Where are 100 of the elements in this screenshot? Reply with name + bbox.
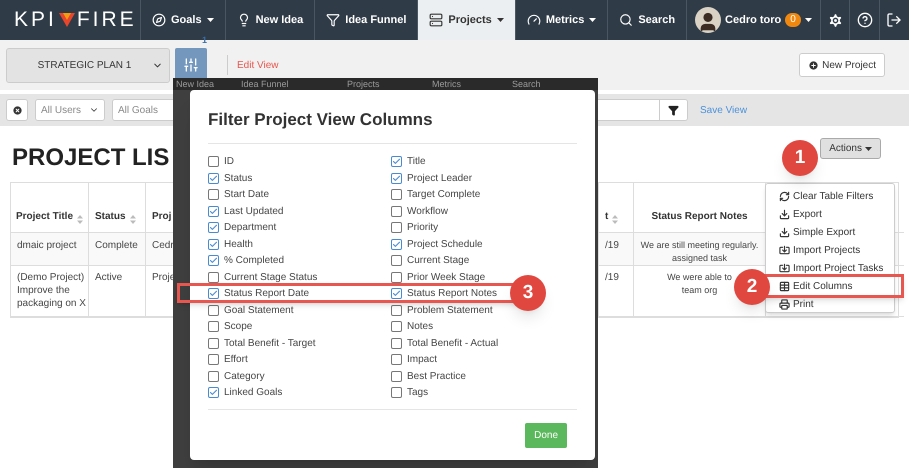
compass-icon	[152, 13, 166, 27]
menu-item[interactable]: Simple Export	[772, 223, 894, 241]
plan-select[interactable]: STRATEGIC PLAN 1	[6, 48, 170, 82]
option-label: Current Stage	[407, 254, 470, 268]
option-label: Total Benefit - Actual	[407, 336, 498, 351]
checkbox[interactable]	[208, 189, 219, 200]
sliders-icon	[183, 57, 199, 73]
checkbox[interactable]	[208, 387, 219, 398]
avatar[interactable]	[695, 7, 722, 33]
table-cell: dmaic project	[11, 233, 89, 266]
checkbox[interactable]	[391, 288, 402, 300]
checkbox[interactable]	[208, 255, 219, 266]
menu-item[interactable]: Print	[772, 295, 894, 313]
table-icon	[779, 280, 790, 292]
printer-icon	[779, 298, 790, 310]
checkbox[interactable]	[391, 189, 402, 200]
checkbox[interactable]	[208, 206, 219, 217]
server-icon	[429, 13, 444, 27]
option-label: Last Updated	[224, 204, 284, 219]
table-cell: Active	[89, 265, 146, 317]
step-number: 1	[782, 140, 818, 176]
checkbox[interactable]	[391, 321, 402, 332]
option-label: Start Date	[224, 188, 270, 202]
download-icon	[779, 208, 790, 220]
checkbox[interactable]	[208, 238, 219, 250]
dimmed-nav-label: Metrics	[432, 78, 462, 90]
step-number: 2	[734, 269, 770, 305]
checkbox[interactable]	[391, 354, 402, 366]
dialog-title: Filter Project View Columns	[208, 109, 434, 131]
option-label: Project Schedule	[407, 238, 483, 252]
close-icon	[12, 104, 22, 116]
user-name[interactable]: Cedro toro	[725, 12, 782, 28]
menu-item[interactable]: Edit Columns	[772, 277, 894, 295]
option-label: Project Leader	[407, 172, 472, 186]
clear-button[interactable]	[6, 99, 28, 121]
table-cell: Complete	[89, 233, 146, 266]
option-label: Department	[224, 221, 276, 236]
checkbox[interactable]	[208, 272, 219, 283]
funnel-icon	[326, 13, 340, 27]
search-icon	[619, 13, 634, 27]
actions-button[interactable]: Actions	[820, 138, 881, 159]
caret-icon	[804, 18, 812, 22]
checkbox[interactable]	[391, 370, 402, 382]
checkbox[interactable]	[208, 222, 219, 234]
option-label: Category	[224, 370, 265, 384]
option-label: Workflow	[407, 204, 448, 219]
option-label: Priority	[407, 221, 438, 236]
import-icon	[779, 262, 790, 274]
option-label: Status Report Notes	[407, 287, 498, 302]
checkbox[interactable]	[391, 338, 402, 349]
checkbox[interactable]	[208, 338, 219, 349]
dimmed-nav-label: Projects	[347, 78, 381, 90]
filter-button[interactable]	[660, 99, 688, 121]
option-label: % Completed	[224, 254, 284, 268]
option-label: Status Report Date	[224, 287, 310, 302]
nav-item[interactable]: Projects	[418, 0, 516, 40]
flame-logo-icon	[58, 13, 75, 27]
checkbox[interactable]	[391, 206, 402, 217]
menu-item[interactable]: Import Projects	[772, 241, 894, 259]
settings-icon[interactable]	[826, 12, 844, 28]
funnel-icon	[668, 104, 679, 116]
checkbox[interactable]	[208, 288, 219, 300]
download-icon	[779, 226, 790, 238]
checkbox[interactable]	[208, 321, 219, 332]
users-select[interactable]: All Users	[35, 99, 105, 121]
table-cell: /19	[599, 265, 634, 317]
import-icon	[779, 244, 790, 256]
checkbox[interactable]	[391, 255, 402, 266]
checkbox[interactable]	[391, 156, 402, 168]
menu-item[interactable]: Import Project Tasks	[772, 259, 894, 277]
logo-text: FIRE	[76, 7, 137, 34]
checkbox[interactable]	[391, 387, 402, 398]
checkbox[interactable]	[208, 172, 219, 184]
checkbox[interactable]	[208, 156, 219, 168]
option-label: Problem Statement	[407, 304, 493, 318]
option-label: Prior Week Stage	[407, 270, 486, 285]
menu-item[interactable]: Clear Table Filters	[772, 187, 894, 205]
help-icon[interactable]	[856, 12, 873, 28]
option-label: Title	[407, 155, 426, 170]
checkbox[interactable]	[391, 238, 402, 250]
checkbox[interactable]	[208, 304, 219, 316]
dimmed-nav-label: Idea Funnel	[241, 78, 290, 90]
checkbox[interactable]	[391, 172, 402, 184]
plus-icon	[808, 60, 820, 70]
option-label: Impact	[407, 353, 438, 368]
checkbox[interactable]	[208, 370, 219, 382]
checkbox[interactable]	[391, 222, 402, 234]
menu-item[interactable]: Export	[772, 205, 894, 223]
option-label: Target Complete	[407, 188, 480, 202]
table-cell: /19	[599, 233, 634, 266]
new-project-button[interactable]: New Project	[799, 53, 885, 77]
logout-icon[interactable]	[886, 12, 902, 28]
option-label: Notes	[407, 320, 434, 334]
option-label: Status	[224, 172, 252, 186]
checkbox[interactable]	[208, 354, 219, 366]
refresh-icon	[779, 190, 790, 202]
checkbox[interactable]	[391, 304, 402, 316]
option-label: Linked Goals	[224, 386, 282, 400]
option-label: Best Practice	[407, 370, 466, 384]
checkbox[interactable]	[391, 272, 402, 283]
